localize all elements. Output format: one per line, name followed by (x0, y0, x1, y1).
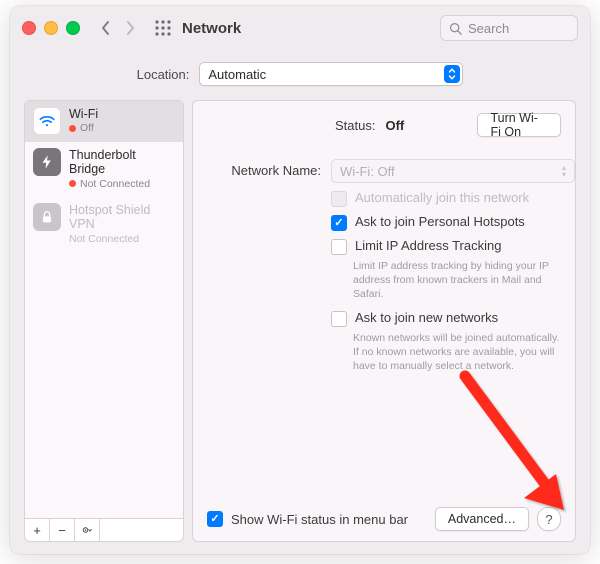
service-item-vpn[interactable]: Hotspot Shield VPN Not Connected (25, 197, 183, 252)
remove-service-button[interactable]: − (50, 519, 75, 541)
search-input[interactable]: Search (440, 15, 578, 41)
service-status: Off (69, 122, 98, 134)
limit-ip-row: Limit IP Address Tracking (331, 238, 561, 255)
show-status-row: Show Wi-Fi status in menu bar (207, 511, 408, 527)
network-name-label: Network Name: (207, 159, 321, 178)
ask-new-label: Ask to join new networks (355, 310, 498, 325)
service-name: Thunderbolt Bridge (69, 148, 175, 177)
nav-buttons (94, 17, 142, 39)
limit-ip-label: Limit IP Address Tracking (355, 238, 501, 253)
lock-icon (33, 203, 61, 231)
service-item-thunderbolt[interactable]: Thunderbolt Bridge Not Connected (25, 142, 183, 197)
status-label: Status: (335, 118, 375, 133)
turn-wifi-on-button[interactable]: Turn Wi-Fi On (477, 113, 561, 137)
advanced-button[interactable]: Advanced… (435, 507, 529, 531)
close-icon[interactable] (22, 21, 36, 35)
auto-join-checkbox (331, 191, 347, 207)
search-placeholder: Search (468, 21, 509, 36)
network-name-row: Network Name: Wi-Fi: Off ▴▾ Automaticall… (207, 159, 561, 375)
show-all-icon[interactable] (154, 19, 172, 37)
auto-join-row: Automatically join this network (331, 190, 561, 207)
location-value: Automatic (208, 67, 266, 82)
service-item-wifi[interactable]: Wi-Fi Off (25, 101, 183, 142)
status-dot-icon (69, 180, 76, 187)
toolbar: Network Search (10, 6, 590, 50)
zoom-icon[interactable] (66, 21, 80, 35)
show-status-label: Show Wi-Fi status in menu bar (231, 512, 408, 527)
status-dot-icon (69, 125, 76, 132)
minimize-icon[interactable] (44, 21, 58, 35)
service-name: Hotspot Shield VPN (69, 203, 175, 232)
detail-panel: Status: Off Turn Wi-Fi On Network Name: … (192, 100, 576, 542)
page-title: Network (182, 20, 241, 37)
auto-join-label: Automatically join this network (355, 190, 529, 205)
content: Wi-Fi Off Thunderbolt Bridge Not Connect… (10, 100, 590, 554)
service-name: Wi-Fi (69, 107, 98, 121)
service-actions-button[interactable] (75, 519, 100, 541)
forward-button (118, 17, 142, 39)
gear-chevron-icon (81, 524, 93, 536)
show-status-checkbox[interactable] (207, 511, 223, 527)
hotspot-checkbox[interactable] (331, 215, 347, 231)
ask-new-help: Known networks will be joined automatica… (353, 331, 561, 374)
service-list: Wi-Fi Off Thunderbolt Bridge Not Connect… (24, 100, 184, 519)
wifi-icon (33, 107, 61, 135)
sidebar: Wi-Fi Off Thunderbolt Bridge Not Connect… (24, 100, 184, 542)
location-select[interactable]: Automatic (199, 62, 463, 86)
chevron-updown-icon (444, 65, 460, 83)
ask-new-checkbox[interactable] (331, 311, 347, 327)
status-value: Off (385, 118, 445, 133)
limit-ip-checkbox[interactable] (331, 239, 347, 255)
hotspot-row: Ask to join Personal Hotspots (331, 214, 561, 231)
sidebar-footer: + − (24, 519, 184, 542)
service-status: Not Connected (69, 178, 175, 190)
status-row: Status: Off Turn Wi-Fi On (207, 113, 561, 137)
search-icon (449, 22, 462, 35)
hotspot-label: Ask to join Personal Hotspots (355, 214, 525, 229)
chevron-updown-icon: ▴▾ (558, 162, 570, 180)
network-name-select: Wi-Fi: Off ▴▾ (331, 159, 575, 183)
thunderbolt-icon (33, 148, 61, 176)
help-button[interactable]: ? (537, 507, 561, 531)
detail-footer: Show Wi-Fi status in menu bar Advanced… … (207, 507, 561, 531)
limit-ip-help: Limit IP address tracking by hiding your… (353, 259, 561, 302)
location-label: Location: (137, 67, 190, 82)
traffic-lights (22, 21, 80, 35)
add-service-button[interactable]: + (25, 519, 50, 541)
network-name-value: Wi-Fi: Off (340, 164, 395, 179)
service-status: Not Connected (69, 233, 175, 245)
back-button[interactable] (94, 17, 118, 39)
location-row: Location: Automatic (10, 50, 590, 100)
ask-new-row: Ask to join new networks (331, 310, 561, 327)
